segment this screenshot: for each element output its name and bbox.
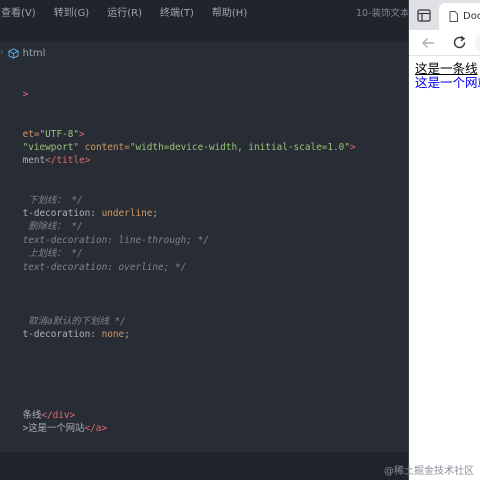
code-line: text-decoration: line-through; */ (22, 235, 209, 247)
browser-tab-title: Doc (463, 11, 480, 22)
code-line: et="UTF-8"> (22, 129, 85, 141)
menu-run[interactable]: 运行(R) (98, 4, 151, 19)
page-content: 这是一条线 这是一个网站 (415, 62, 480, 90)
code-line: >这是一个网站</a> (22, 423, 108, 435)
tab-actions-icon[interactable] (417, 9, 431, 22)
back-arrow-icon[interactable] (421, 36, 435, 50)
menu-terminal[interactable]: 终端(T) (151, 4, 203, 19)
code-line: ment</title> (22, 155, 91, 167)
address-bar[interactable] (475, 33, 480, 53)
code-line: > (22, 89, 29, 101)
code-line: 条线</div> (22, 410, 76, 422)
code-line: 下划线： */ (22, 195, 83, 207)
code-editor[interactable]: > et="UTF-8"> "viewport" content="width=… (0, 64, 408, 452)
status-bar (0, 452, 408, 480)
breadcrumb-item-html[interactable]: html (23, 48, 46, 59)
browser-toolbar (409, 30, 480, 56)
code-line: t-decoration: none; (22, 329, 130, 341)
menu-go[interactable]: 转到(G) (45, 4, 99, 19)
website-link[interactable]: 这是一个网站 (415, 76, 480, 90)
code-line: "viewport" content="width=device-width, … (22, 142, 356, 154)
menu-view[interactable]: 查看(V) (0, 4, 45, 19)
watermark: @稀土掘金技术社区 (384, 466, 474, 477)
browser-tab[interactable]: Doc (439, 3, 480, 30)
page-icon (449, 11, 458, 22)
code-line: t-decoration: underline; (22, 208, 159, 220)
code-line: 删除线： */ (22, 221, 83, 233)
code-line: 上划线： */ (22, 248, 83, 260)
reload-icon[interactable] (452, 35, 467, 50)
breadcrumb: › html (0, 42, 408, 64)
code-line: 取消a默认的下划线 */ (22, 316, 126, 328)
breadcrumb-separator: › (0, 48, 4, 58)
underlined-text: 这是一条线 (415, 62, 478, 76)
menu-help[interactable]: 帮助(H) (203, 4, 256, 19)
code-line: text-decoration: overline; */ (22, 262, 187, 274)
browser-tab-strip: Doc (409, 0, 480, 30)
html-element-icon (8, 47, 19, 59)
browser-window: Doc 这是一条线 这是一个网站 (408, 0, 480, 480)
editor-tab-bar (0, 22, 408, 42)
